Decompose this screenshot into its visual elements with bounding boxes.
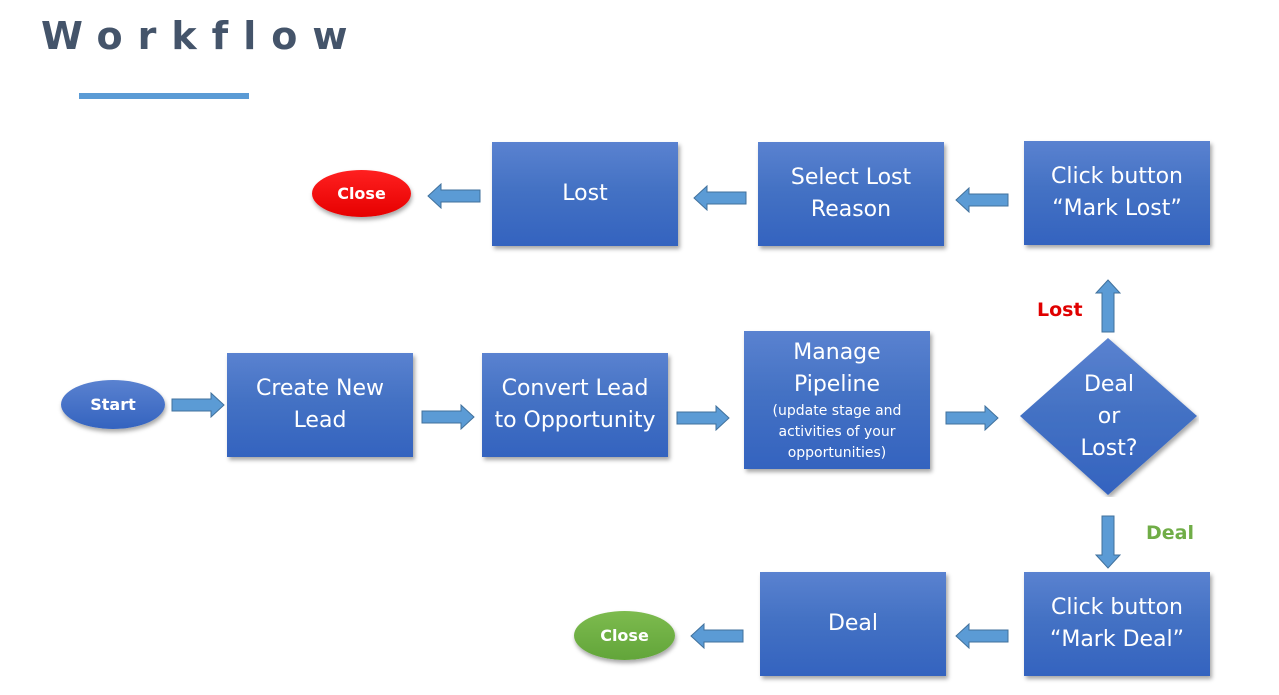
arrow-left-icon [427,183,481,209]
manage-pipeline-sub2: activities of your [778,423,896,440]
mark-lost-node: Click button “Mark Lost” [1024,141,1210,245]
lost-node: Lost [492,142,678,246]
close-deal-node: Close [574,611,675,660]
arrow-right-icon [421,404,475,430]
branch-label-lost: Lost [1037,299,1083,321]
lost-label: Lost [562,181,608,206]
close-lost-node: Close [312,170,411,217]
decision-node: Deal or Lost? [1019,337,1199,497]
branch-label-deal: Deal [1146,522,1194,544]
decision-line3: Lost? [1080,436,1138,461]
mark-lost-line2: “Mark Lost” [1052,196,1182,221]
arrow-up-icon [1095,279,1121,333]
mark-deal-line2: “Mark Deal” [1049,627,1185,652]
mark-deal-node: Click button “Mark Deal” [1024,572,1210,676]
convert-lead-line1: Convert Lead [501,376,649,401]
arrow-right-icon [171,392,225,418]
arrow-right-icon [676,405,730,431]
convert-lead-line2: to Opportunity [494,408,656,433]
create-lead-node: Create New Lead [227,353,413,457]
create-lead-line2: Lead [293,408,347,433]
arrow-right-icon [945,405,999,431]
arrow-left-icon [693,185,747,211]
mark-lost-line1: Click button [1051,164,1183,189]
manage-pipeline-sub1: (update stage and [772,402,902,419]
arrow-left-icon [955,187,1009,213]
title-underline [79,93,249,99]
deal-node: Deal [760,572,946,676]
start-node: Start [61,380,165,429]
start-label: Start [90,395,136,414]
arrow-down-icon [1095,515,1121,569]
mark-deal-line1: Click button [1051,595,1183,620]
close-deal-label: Close [600,626,649,645]
convert-lead-node: Convert Lead to Opportunity [482,353,668,457]
select-lost-reason-line2: Reason [810,197,892,222]
decision-text: Deal or Lost? [1019,337,1199,497]
select-lost-reason-line1: Select Lost [790,165,912,190]
close-lost-label: Close [337,184,386,203]
manage-pipeline-line2: Pipeline [793,371,881,397]
create-lead-line1: Create New [255,376,385,401]
page-title: Workflow [41,14,363,58]
manage-pipeline-node: Manage Pipeline (update stage and activi… [744,331,930,469]
arrow-left-icon [690,623,744,649]
deal-label: Deal [827,611,879,636]
manage-pipeline-line1: Manage [793,339,881,365]
decision-line2: or [1097,404,1121,429]
arrow-left-icon [955,623,1009,649]
decision-line1: Deal [1083,372,1135,397]
select-lost-reason-node: Select Lost Reason [758,142,944,246]
manage-pipeline-sub3: opportunities) [787,444,887,461]
